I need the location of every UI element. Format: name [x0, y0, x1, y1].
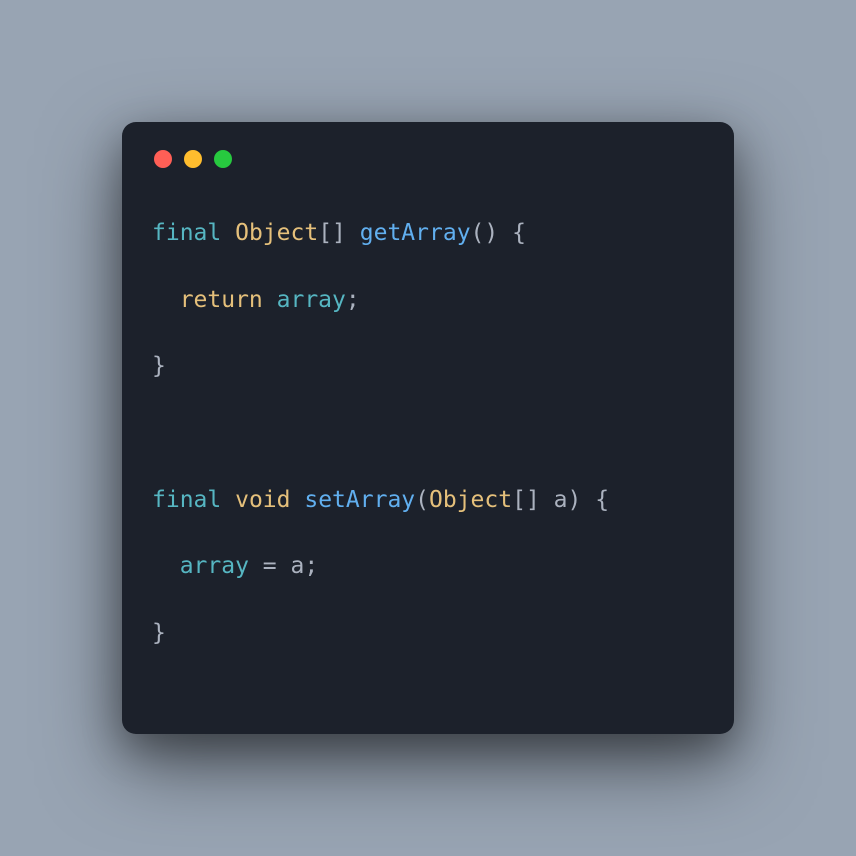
code-window: final Object[] getArray() { return array…	[122, 122, 734, 734]
keyword-void: void	[235, 487, 290, 513]
brackets: []	[512, 487, 540, 513]
paren-open: (	[415, 487, 429, 513]
variable: array	[180, 553, 249, 579]
keyword-final: final	[152, 487, 221, 513]
close-icon[interactable]	[154, 150, 172, 168]
parens: ()	[471, 220, 499, 246]
variable: array	[277, 287, 346, 313]
brace-close: }	[152, 353, 166, 379]
code-line: final Object[] getArray() {	[152, 220, 526, 246]
code-line: return array;	[152, 287, 360, 313]
code-block: final Object[] getArray() { return array…	[152, 200, 704, 667]
maximize-icon[interactable]	[214, 150, 232, 168]
code-line: }	[152, 353, 166, 379]
minimize-icon[interactable]	[184, 150, 202, 168]
function-name: setArray	[304, 487, 415, 513]
semicolon: ;	[346, 287, 360, 313]
keyword-final: final	[152, 220, 221, 246]
brace-open: {	[595, 487, 609, 513]
param-type: Object	[429, 487, 512, 513]
brackets: []	[318, 220, 346, 246]
function-name: getArray	[360, 220, 471, 246]
paren-close: )	[568, 487, 582, 513]
window-controls	[154, 150, 704, 168]
keyword-return: return	[180, 287, 263, 313]
code-line: array = a;	[152, 553, 318, 579]
value: a	[290, 553, 304, 579]
code-line: final void setArray(Object[] a) {	[152, 487, 609, 513]
code-line: }	[152, 620, 166, 646]
equals: =	[249, 553, 291, 579]
brace-close: }	[152, 620, 166, 646]
param-name: a	[554, 487, 568, 513]
type-object: Object	[235, 220, 318, 246]
semicolon: ;	[304, 553, 318, 579]
brace-open: {	[512, 220, 526, 246]
